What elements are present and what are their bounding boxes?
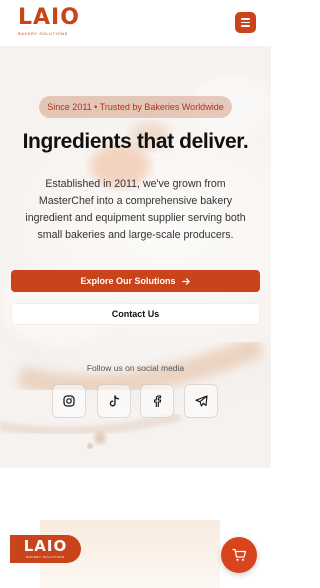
- hero-badge: Since 2011 • Trusted by Bakeries Worldwi…: [39, 96, 232, 118]
- telegram-link[interactable]: [184, 384, 218, 418]
- hero-description: Established in 2011, we've grown from Ma…: [25, 178, 246, 241]
- cart-button[interactable]: [221, 537, 257, 573]
- footer-logo-text: LAIO: [23, 537, 68, 555]
- site-header: LAIO BAKERY SOLUTIONS: [0, 0, 271, 46]
- tiktok-link[interactable]: [97, 384, 131, 418]
- brand-logo[interactable]: LAIO BAKERY SOLUTIONS: [18, 5, 80, 37]
- explore-solutions-label: Explore Our Solutions: [80, 276, 176, 286]
- footer-logo-tagline: BAKERY SOLUTIONS: [26, 555, 65, 559]
- shopping-cart-icon: [231, 548, 246, 561]
- arrow-right-icon: [181, 277, 190, 285]
- contact-us-button[interactable]: Contact Us: [11, 303, 260, 325]
- logo-text: LAIO: [18, 5, 80, 30]
- tiktok-icon: [109, 394, 120, 406]
- telegram-icon: [194, 395, 208, 407]
- logo-tagline: BAKERY SOLUTIONS: [18, 31, 68, 36]
- explore-solutions-button[interactable]: Explore Our Solutions: [11, 270, 260, 292]
- instagram-icon: [63, 395, 75, 407]
- footer-brand-logo[interactable]: LAIO BAKERY SOLUTIONS: [10, 535, 81, 563]
- social-media-label: Follow us on social media: [86, 363, 185, 373]
- hamburger-menu-icon[interactable]: [235, 12, 256, 33]
- contact-us-label: Contact Us: [111, 309, 160, 319]
- facebook-icon: [153, 394, 162, 407]
- instagram-link[interactable]: [52, 384, 86, 418]
- facebook-link[interactable]: [140, 384, 174, 418]
- hero-title: Ingredients that deliver.: [22, 130, 249, 153]
